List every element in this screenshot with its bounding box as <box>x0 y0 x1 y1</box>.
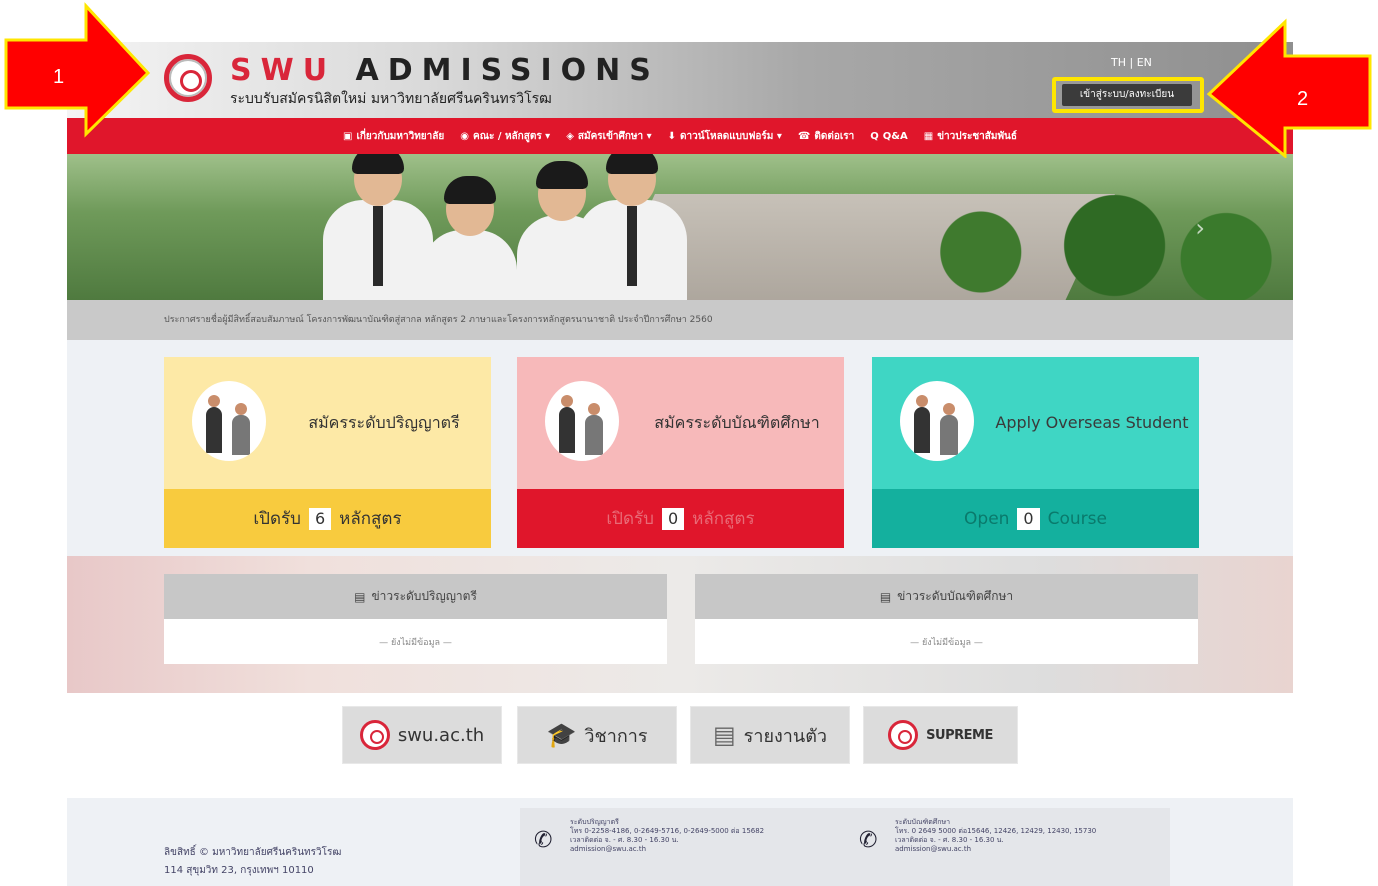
nav-item-news[interactable]: ▦ ข่าวประชาสัมพันธ์ <box>924 129 1017 144</box>
swu-seal-logo-icon[interactable] <box>164 54 212 102</box>
banner-student-4 <box>577 154 687 300</box>
footer-copyright: ลิขสิทธิ์ © มหาวิทยาลัยศรีนครินทรวิโรฒ <box>164 847 342 858</box>
phone-icon: ✆ <box>859 828 878 853</box>
contact-email[interactable]: admission@swu.ac.th <box>570 845 835 854</box>
qa-icon: Q <box>870 130 879 142</box>
nav-item-faculty[interactable]: ◉ คณะ / หลักสูตร ▾ <box>460 129 550 144</box>
contact-email[interactable]: admission@swu.ac.th <box>895 845 1160 854</box>
apply-graduate-card[interactable]: สมัครระดับบัณฑิตศึกษา เปิดรับ 0 หลักสูตร <box>517 357 844 548</box>
graduate-news-panel: ▤ ข่าวระดับบัณฑิตศึกษา — ยังไม่มีข้อมูล — <box>695 574 1198 664</box>
nav-item-contact[interactable]: ☎ ติดต่อเรา <box>798 129 854 144</box>
download-icon: ⬇ <box>667 130 677 142</box>
news-panel-title: ข่าวระดับปริญญาตรี <box>371 589 477 603</box>
hero-banner: › <box>67 154 1293 300</box>
nav-item-download[interactable]: ⬇ ดาวน์โหลดแบบฟอร์ม ▾ <box>668 129 782 144</box>
link-swu-website[interactable]: swu.ac.th <box>342 706 502 764</box>
footer-address: 114 สุขุมวิท 23, กรุงเทพฯ 10110 <box>164 865 314 876</box>
news-panel-title: ข่าวระดับบัณฑิตศึกษา <box>897 589 1014 603</box>
news-empty-text: — ยังไม่มีข้อมูล — <box>379 637 452 648</box>
card-label: สมัครระดับบัณฑิตศึกษา <box>654 413 820 433</box>
card-open-count: เปิดรับ 0 หลักสูตร <box>517 489 844 548</box>
apply-icon: ◈ <box>566 130 574 142</box>
card-open-count: Open 0 Course <box>872 489 1199 548</box>
phone-icon: ✆ <box>534 828 553 853</box>
nav-item-qa[interactable]: Q Q&A <box>870 131 907 142</box>
banner-student-2 <box>422 176 517 300</box>
news-empty-text: — ยังไม่มีข้อมูล — <box>910 637 983 648</box>
banner-student-1 <box>323 154 433 300</box>
footer-info: ลิขสิทธิ์ © มหาวิทยาลัยศรีนครินทรวิโรฒ 1… <box>164 844 341 880</box>
overseas-illustration-icon <box>900 381 974 461</box>
supreme-seal-icon <box>888 720 919 750</box>
faculty-icon: ◉ <box>460 130 469 142</box>
news-list-icon: ▤ <box>354 589 366 604</box>
swu-admissions-site: SWU ADMISSIONS ระบบรับสมัครนิสิตใหม่ มหา… <box>67 42 1293 886</box>
main-nav: ▣ เกี่ยวกับมหาวิทยาลัย ◉ คณะ / หลักสูตร ▾ … <box>67 118 1293 154</box>
card-label: สมัครระดับปริญญาตรี <box>308 413 460 433</box>
annotation-label-1: 1 <box>53 66 65 88</box>
site-header: SWU ADMISSIONS ระบบรับสมัครนิสิตใหม่ มหา… <box>67 42 1293 118</box>
login-register-button[interactable]: เข้าสู่ระบบ/ลงทะเบียน <box>1062 84 1192 106</box>
site-footer: ลิขสิทธิ์ © มหาวิทยาลัยศรีนครินทรวิโรฒ 1… <box>67 798 1293 886</box>
card-label: Apply Overseas Student <box>995 413 1189 433</box>
site-subtitle: ระบบรับสมัครนิสิตใหม่ มหาวิทยาลัยศรีนคริ… <box>230 91 552 107</box>
bachelor-news-panel: ▤ ข่าวระดับปริญญาตรี — ยังไม่มีข้อมูล — <box>164 574 667 664</box>
link-report[interactable]: ▤ รายงานตัว <box>690 706 850 764</box>
announcement-ticker[interactable]: ประกาศรายชื่อผู้มีสิทธิ์สอบสัมภาษณ์ โครง… <box>67 300 1293 340</box>
apply-overseas-card[interactable]: Apply Overseas Student Open 0 Course <box>872 357 1199 548</box>
graduate-illustration-icon <box>545 381 619 461</box>
news-icon: ▦ <box>923 130 934 142</box>
contact-icon: ☎ <box>797 130 811 142</box>
link-academic[interactable]: 🎓 วิชาการ <box>517 706 677 764</box>
graduation-cap-icon: 🎓 <box>546 721 577 749</box>
banner-trees <box>847 174 1293 300</box>
swu-seal-icon <box>359 720 390 750</box>
site-title[interactable]: SWU ADMISSIONS <box>230 53 660 88</box>
card-open-count: เปิดรับ 6 หลักสูตร <box>164 489 491 548</box>
quick-links: swu.ac.th 🎓 วิชาการ ▤ รายงานตัว SUPREME <box>67 693 1293 798</box>
link-supreme[interactable]: SUPREME <box>863 706 1018 764</box>
nav-item-about[interactable]: ▣ เกี่ยวกับมหาวิทยาลัย <box>343 129 444 144</box>
annotation-arrow-1-icon <box>4 2 151 138</box>
annotation-label-2: 2 <box>1297 88 1309 110</box>
news-list-icon: ▤ <box>879 589 892 604</box>
contact-graduate: ✆ ระดับบัณฑิตศึกษา โทร. 0 2649 5000 ต่อ1… <box>845 808 1170 886</box>
annotation-arrow-2-icon <box>1206 18 1372 158</box>
apply-bachelor-card[interactable]: สมัครระดับปริญญาตรี เปิดรับ 6 หลักสูตร <box>164 357 491 548</box>
carousel-next-icon[interactable]: › <box>1195 214 1205 242</box>
bachelor-illustration-icon <box>192 381 266 461</box>
page: SWU ADMISSIONS ระบบรับสมัครนิสิตใหม่ มหา… <box>0 0 1378 886</box>
language-switch[interactable]: TH | EN <box>1111 56 1152 69</box>
document-icon: ▤ <box>712 721 736 749</box>
nav-item-apply[interactable]: ◈ สมัครเข้าศึกษา ▾ <box>566 129 651 144</box>
building-icon: ▣ <box>342 130 353 142</box>
contact-bachelor: ✆ ระดับปริญญาตรี โทร 0-2258-4186, 0-2649… <box>520 808 845 886</box>
